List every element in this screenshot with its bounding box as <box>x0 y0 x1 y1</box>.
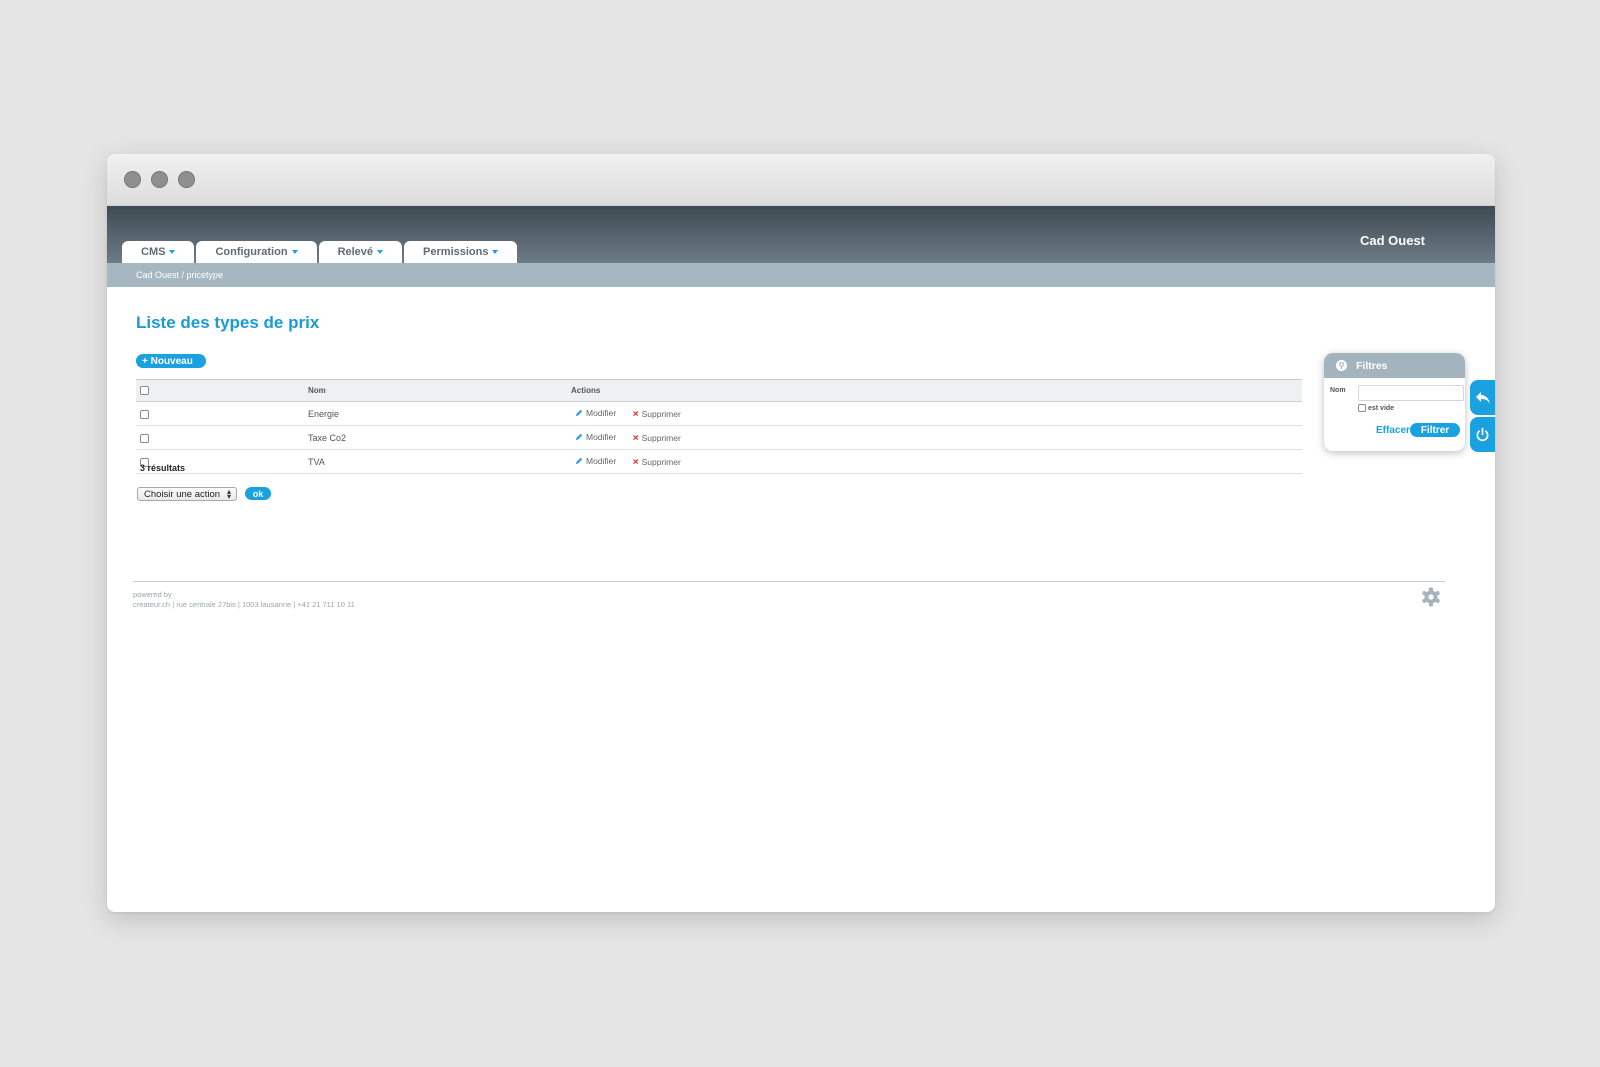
pricetype-table: Nom Actions Energie Modifier × Supprimer … <box>136 379 1302 474</box>
tab-label: Permissions <box>423 246 489 258</box>
filters-header: ⚲ Filtres <box>1324 353 1465 378</box>
results-count: 3 résultats <box>140 463 186 473</box>
filters-panel: ⚲ Filtres Nom est vide Effacer Filtrer <box>1324 353 1465 451</box>
powered-by-label: powered by <box>133 590 172 599</box>
table-header-row: Nom Actions <box>136 379 1302 402</box>
row-actions: Modifier × Supprimer <box>570 449 1302 474</box>
minimize-window-button[interactable] <box>151 171 168 188</box>
row-select-cell <box>136 425 307 450</box>
table-row: TVA Modifier × Supprimer <box>136 449 1302 474</box>
footer-address[interactable]: createur.ch | rue centrale 27bis | 1003 … <box>133 600 355 610</box>
back-arrow-icon <box>1475 391 1490 404</box>
filters-title: Filtres <box>1356 359 1388 372</box>
select-all-cell <box>136 379 307 402</box>
apply-filters-button[interactable]: Filtrer <box>1410 423 1460 437</box>
breadcrumb[interactable]: Cad Ouest / pricetype <box>136 270 223 280</box>
clear-filters-button[interactable]: Effacer <box>1376 425 1410 436</box>
tab-label: Relevé <box>337 246 374 258</box>
select-arrows-icon: ▴ ▾ <box>226 487 231 501</box>
brand-name: Cad Ouest <box>1359 233 1425 248</box>
bulk-action-value: Choisir une action <box>144 488 221 500</box>
delete-label: Supprimer <box>641 409 681 419</box>
edit-link[interactable]: Modifier <box>571 456 616 466</box>
footer-divider <box>133 581 1445 582</box>
pencil-icon <box>575 457 583 464</box>
chevron-down-icon <box>492 250 499 254</box>
ok-button[interactable]: ok <box>245 487 271 500</box>
delete-link[interactable]: × Supprimer <box>633 457 681 468</box>
row-actions: Modifier × Supprimer <box>570 425 1302 450</box>
tab-configuration[interactable]: Configuration <box>196 241 317 263</box>
table-row: Taxe Co2 Modifier × Supprimer <box>136 425 1302 450</box>
pencil-icon <box>575 433 583 440</box>
edit-label: Modifier <box>586 455 617 466</box>
app-header: CMS Configuration Relevé Permissions Cad… <box>107 206 1495 263</box>
empty-filter-checkbox[interactable] <box>1358 404 1366 412</box>
delete-x-icon: × <box>632 456 639 468</box>
delete-link[interactable]: × Supprimer <box>633 409 681 420</box>
pencil-icon <box>575 409 583 416</box>
footer-credits: powered by createur.ch | rue centrale 27… <box>133 590 355 610</box>
table-row: Energie Modifier × Supprimer <box>136 401 1302 426</box>
row-name: Taxe Co2 <box>307 425 570 450</box>
edit-link[interactable]: Modifier <box>571 432 616 442</box>
row-name: Energie <box>307 401 570 426</box>
bulk-action-select[interactable]: Choisir une action ▴ ▾ <box>137 487 237 501</box>
new-button[interactable]: + Nouveau <box>136 354 206 368</box>
edit-link[interactable]: Modifier <box>571 408 616 418</box>
logout-button[interactable] <box>1470 417 1495 452</box>
delete-label: Supprimer <box>641 433 681 443</box>
back-button[interactable] <box>1470 380 1495 415</box>
search-icon: ⚲ <box>1336 360 1347 371</box>
gear-icon[interactable] <box>1421 587 1441 607</box>
row-checkbox[interactable] <box>140 433 149 443</box>
empty-filter: est vide <box>1358 404 1394 412</box>
empty-filter-label: est vide <box>1368 404 1395 412</box>
tab-releve[interactable]: Relevé <box>318 241 403 263</box>
row-name: TVA <box>307 449 570 474</box>
chevron-down-icon <box>291 250 298 254</box>
edit-label: Modifier <box>586 431 617 442</box>
main-nav: CMS Configuration Relevé Permissions <box>122 241 518 263</box>
power-icon <box>1476 427 1489 442</box>
delete-label: Supprimer <box>641 457 681 467</box>
tab-permissions[interactable]: Permissions <box>404 241 518 263</box>
tab-label: Configuration <box>215 246 288 258</box>
row-select-cell <box>136 401 307 426</box>
maximize-window-button[interactable] <box>178 171 195 188</box>
close-window-button[interactable] <box>124 171 141 188</box>
column-header-nom[interactable]: Nom <box>307 379 570 402</box>
breadcrumb-bar: Cad Ouest / pricetype <box>107 263 1495 287</box>
tab-label: CMS <box>141 246 166 258</box>
window-titlebar <box>107 154 1495 206</box>
chevron-down-icon <box>169 250 176 254</box>
nom-filter-input[interactable] <box>1358 385 1464 401</box>
delete-x-icon: × <box>632 408 639 420</box>
delete-link[interactable]: × Supprimer <box>633 433 681 444</box>
row-actions: Modifier × Supprimer <box>570 401 1302 426</box>
column-header-actions: Actions <box>570 379 1302 402</box>
edit-label: Modifier <box>586 407 617 418</box>
browser-window: CMS Configuration Relevé Permissions Cad… <box>107 154 1495 912</box>
page-title: Liste des types de prix <box>136 313 320 332</box>
chevron-down-icon <box>377 250 384 254</box>
row-checkbox[interactable] <box>140 409 149 419</box>
tab-cms[interactable]: CMS <box>122 241 195 263</box>
nom-filter-label: Nom <box>1330 387 1346 394</box>
delete-x-icon: × <box>632 432 639 444</box>
select-all-checkbox[interactable] <box>140 386 149 396</box>
